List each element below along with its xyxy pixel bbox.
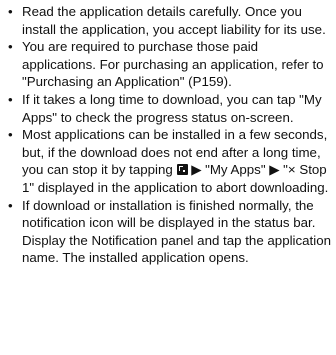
instruction-page: • Read the application details carefully…	[0, 0, 336, 355]
item-text: If download or installation is finished …	[22, 197, 331, 266]
list-item: • You are required to purchase those pai…	[8, 38, 332, 91]
menu-key-icon	[176, 164, 188, 176]
list-item: • If download or installation is finishe…	[8, 197, 332, 267]
bullet-glyph: •	[8, 197, 13, 213]
bullet-glyph: •	[8, 127, 13, 143]
item-text: You are required to purchase those paid …	[22, 39, 324, 90]
list-item: • Most applications can be installed in …	[8, 126, 332, 196]
list-item: • Read the application details carefully…	[8, 3, 332, 38]
bullet-glyph: •	[8, 4, 13, 19]
bullet-glyph: •	[8, 39, 13, 55]
list-item: • If it takes a long time to download, y…	[8, 91, 332, 126]
instruction-list: • Read the application details carefully…	[8, 3, 332, 267]
bullet-glyph: •	[8, 91, 13, 107]
item-text: Read the application details carefully. …	[22, 4, 326, 37]
item-text: If it takes a long time to download, you…	[22, 91, 322, 125]
